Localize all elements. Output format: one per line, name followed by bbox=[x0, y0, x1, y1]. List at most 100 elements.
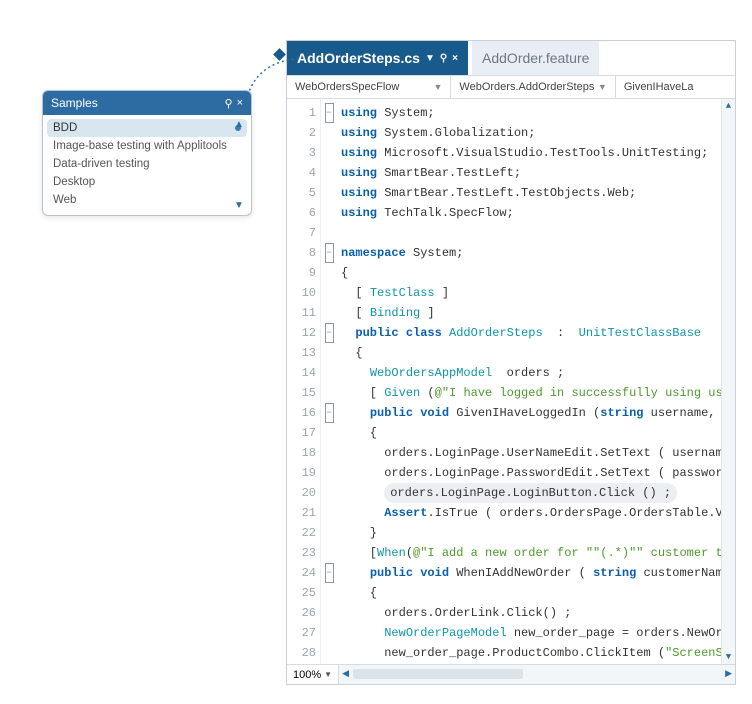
code-line[interactable]: Assert.IsTrue ( orders.OrdersPage.Orders… bbox=[341, 503, 721, 523]
samples-item[interactable]: BDD bbox=[47, 119, 247, 137]
code-line[interactable]: orders.OrderLink.Click() ; bbox=[341, 603, 721, 623]
line-number: 23 bbox=[287, 543, 316, 563]
scroll-down-icon[interactable]: ▼ bbox=[722, 652, 735, 662]
fold-toggle-icon[interactable]: − bbox=[325, 323, 334, 343]
line-number: 7 bbox=[287, 223, 316, 243]
tab-addorderfeature[interactable]: AddOrder.feature bbox=[472, 41, 599, 75]
scroll-left-icon[interactable]: ◀ bbox=[342, 668, 349, 679]
code-line[interactable]: NewOrderPageModel new_order_page = order… bbox=[341, 623, 721, 643]
code-line[interactable]: namespace System; bbox=[341, 243, 721, 263]
scroll-down-icon[interactable]: ▼ bbox=[232, 200, 246, 211]
code-line[interactable]: WebOrdersAppModel orders ; bbox=[341, 363, 721, 383]
line-number: 18 bbox=[287, 443, 316, 463]
samples-item[interactable]: Image-base testing with Applitools bbox=[43, 137, 251, 155]
code-line[interactable]: [ Binding ] bbox=[341, 303, 721, 323]
breadcrumb: WebOrdersSpecFlow ▼ WebOrders.AddOrderSt… bbox=[287, 75, 735, 99]
code-area[interactable]: 1234567891011121314151617181920212223242… bbox=[287, 99, 735, 664]
code-line[interactable]: using SmartBear.TestLeft; bbox=[341, 163, 721, 183]
code-line[interactable]: public class AddOrderSteps : UnitTestCla… bbox=[341, 323, 721, 343]
line-number: 12 bbox=[287, 323, 316, 343]
line-number: 22 bbox=[287, 523, 316, 543]
line-number: 19 bbox=[287, 463, 316, 483]
tab-addordersteps[interactable]: AddOrderSteps.cs ▼ ⚲ × bbox=[287, 41, 468, 75]
code-line[interactable]: [ TestClass ] bbox=[341, 283, 721, 303]
code-line[interactable]: orders.LoginPage.LoginButton.Click () ; bbox=[341, 483, 721, 503]
fold-toggle-icon[interactable]: − bbox=[325, 563, 334, 583]
line-number: 5 bbox=[287, 183, 316, 203]
line-number: 17 bbox=[287, 423, 316, 443]
scroll-up-icon[interactable]: ▲ bbox=[722, 101, 735, 111]
code-line[interactable]: { bbox=[341, 343, 721, 363]
breadcrumb-class[interactable]: WebOrders.AddOrderSteps ▼ bbox=[451, 76, 615, 98]
pin-icon[interactable]: ⚲ bbox=[440, 53, 447, 64]
code-line[interactable] bbox=[341, 223, 721, 243]
line-number: 8 bbox=[287, 243, 316, 263]
close-icon[interactable]: × bbox=[237, 97, 243, 109]
fold-toggle-icon[interactable]: − bbox=[325, 243, 334, 263]
line-number: 3 bbox=[287, 143, 316, 163]
samples-title: Samples bbox=[51, 96, 221, 110]
line-number: 20 bbox=[287, 483, 316, 503]
line-number: 2 bbox=[287, 123, 316, 143]
samples-panel: Samples ⚲ × ▲ BDDImage-base testing with… bbox=[42, 90, 252, 216]
close-icon[interactable]: × bbox=[452, 53, 458, 64]
line-number: 4 bbox=[287, 163, 316, 183]
line-number: 26 bbox=[287, 603, 316, 623]
pin-icon[interactable]: ⚲ bbox=[225, 97, 233, 110]
horizontal-scrollbar[interactable]: ◀ ▶ bbox=[339, 665, 735, 684]
samples-item[interactable]: Web bbox=[43, 191, 251, 209]
samples-item[interactable]: Desktop bbox=[43, 173, 251, 191]
scrollbar-thumb[interactable] bbox=[353, 669, 523, 679]
chevron-down-icon: ▼ bbox=[598, 82, 607, 92]
line-number: 9 bbox=[287, 263, 316, 283]
chevron-down-icon[interactable]: ▼ bbox=[425, 53, 435, 64]
code-line[interactable]: { bbox=[341, 263, 721, 283]
line-number: 27 bbox=[287, 623, 316, 643]
code-line[interactable]: public void WhenIAddNewOrder ( string cu… bbox=[341, 563, 721, 583]
status-bar: 100% ▼ ◀ ▶ bbox=[287, 664, 735, 684]
line-number: 6 bbox=[287, 203, 316, 223]
code-line[interactable]: using TechTalk.SpecFlow; bbox=[341, 203, 721, 223]
code-line[interactable]: } bbox=[341, 523, 721, 543]
zoom-selector[interactable]: 100% ▼ bbox=[287, 665, 339, 684]
breadcrumb-project[interactable]: WebOrdersSpecFlow ▼ bbox=[287, 76, 451, 98]
line-number: 25 bbox=[287, 583, 316, 603]
code-line[interactable]: [ Given (@"I have logged in successfully… bbox=[341, 383, 721, 403]
samples-item[interactable]: Data-driven testing bbox=[43, 155, 251, 173]
line-number: 14 bbox=[287, 363, 316, 383]
code-editor: AddOrderSteps.cs ▼ ⚲ × AddOrder.feature … bbox=[286, 40, 736, 685]
samples-list: ▲ BDDImage-base testing with ApplitoolsD… bbox=[43, 115, 251, 215]
line-number: 28 bbox=[287, 643, 316, 663]
breadcrumb-method[interactable]: GivenIHaveLa bbox=[616, 76, 735, 98]
line-number: 15 bbox=[287, 383, 316, 403]
code-line[interactable]: { bbox=[341, 583, 721, 603]
code-lines[interactable]: using System;using System.Globalization;… bbox=[337, 99, 721, 664]
line-number: 16 bbox=[287, 403, 316, 423]
code-line[interactable]: new_order_page.ProductCombo.ClickItem ("… bbox=[341, 643, 721, 663]
tab-label: AddOrderSteps.cs bbox=[297, 50, 420, 66]
fold-column: − − − − − bbox=[321, 99, 337, 664]
samples-header: Samples ⚲ × bbox=[43, 91, 251, 115]
chevron-down-icon: ▼ bbox=[433, 82, 442, 92]
code-line[interactable]: using Microsoft.VisualStudio.TestTools.U… bbox=[341, 143, 721, 163]
line-number: 11 bbox=[287, 303, 316, 323]
code-line[interactable]: [When(@"I add a new order for ""(.*)"" c… bbox=[341, 543, 721, 563]
vertical-scrollbar[interactable]: ▲ ▼ bbox=[721, 99, 735, 664]
chevron-down-icon: ▼ bbox=[324, 670, 332, 679]
fold-toggle-icon[interactable]: − bbox=[325, 403, 334, 423]
scroll-up-icon[interactable]: ▲ bbox=[232, 119, 246, 130]
line-number: 13 bbox=[287, 343, 316, 363]
code-line[interactable]: using System.Globalization; bbox=[341, 123, 721, 143]
code-line[interactable]: using System; bbox=[341, 103, 721, 123]
tab-bar: AddOrderSteps.cs ▼ ⚲ × AddOrder.feature bbox=[287, 41, 735, 75]
code-line[interactable]: using SmartBear.TestLeft.TestObjects.Web… bbox=[341, 183, 721, 203]
fold-toggle-icon[interactable]: − bbox=[325, 103, 334, 123]
scroll-right-icon[interactable]: ▶ bbox=[725, 668, 732, 679]
code-line[interactable]: { bbox=[341, 423, 721, 443]
code-line[interactable]: public void GivenIHaveLoggedIn (string u… bbox=[341, 403, 721, 423]
tab-label: AddOrder.feature bbox=[482, 50, 589, 66]
code-line[interactable]: orders.LoginPage.PasswordEdit.SetText ( … bbox=[341, 463, 721, 483]
line-number: 21 bbox=[287, 503, 316, 523]
line-number: 10 bbox=[287, 283, 316, 303]
code-line[interactable]: orders.LoginPage.UserNameEdit.SetText ( … bbox=[341, 443, 721, 463]
